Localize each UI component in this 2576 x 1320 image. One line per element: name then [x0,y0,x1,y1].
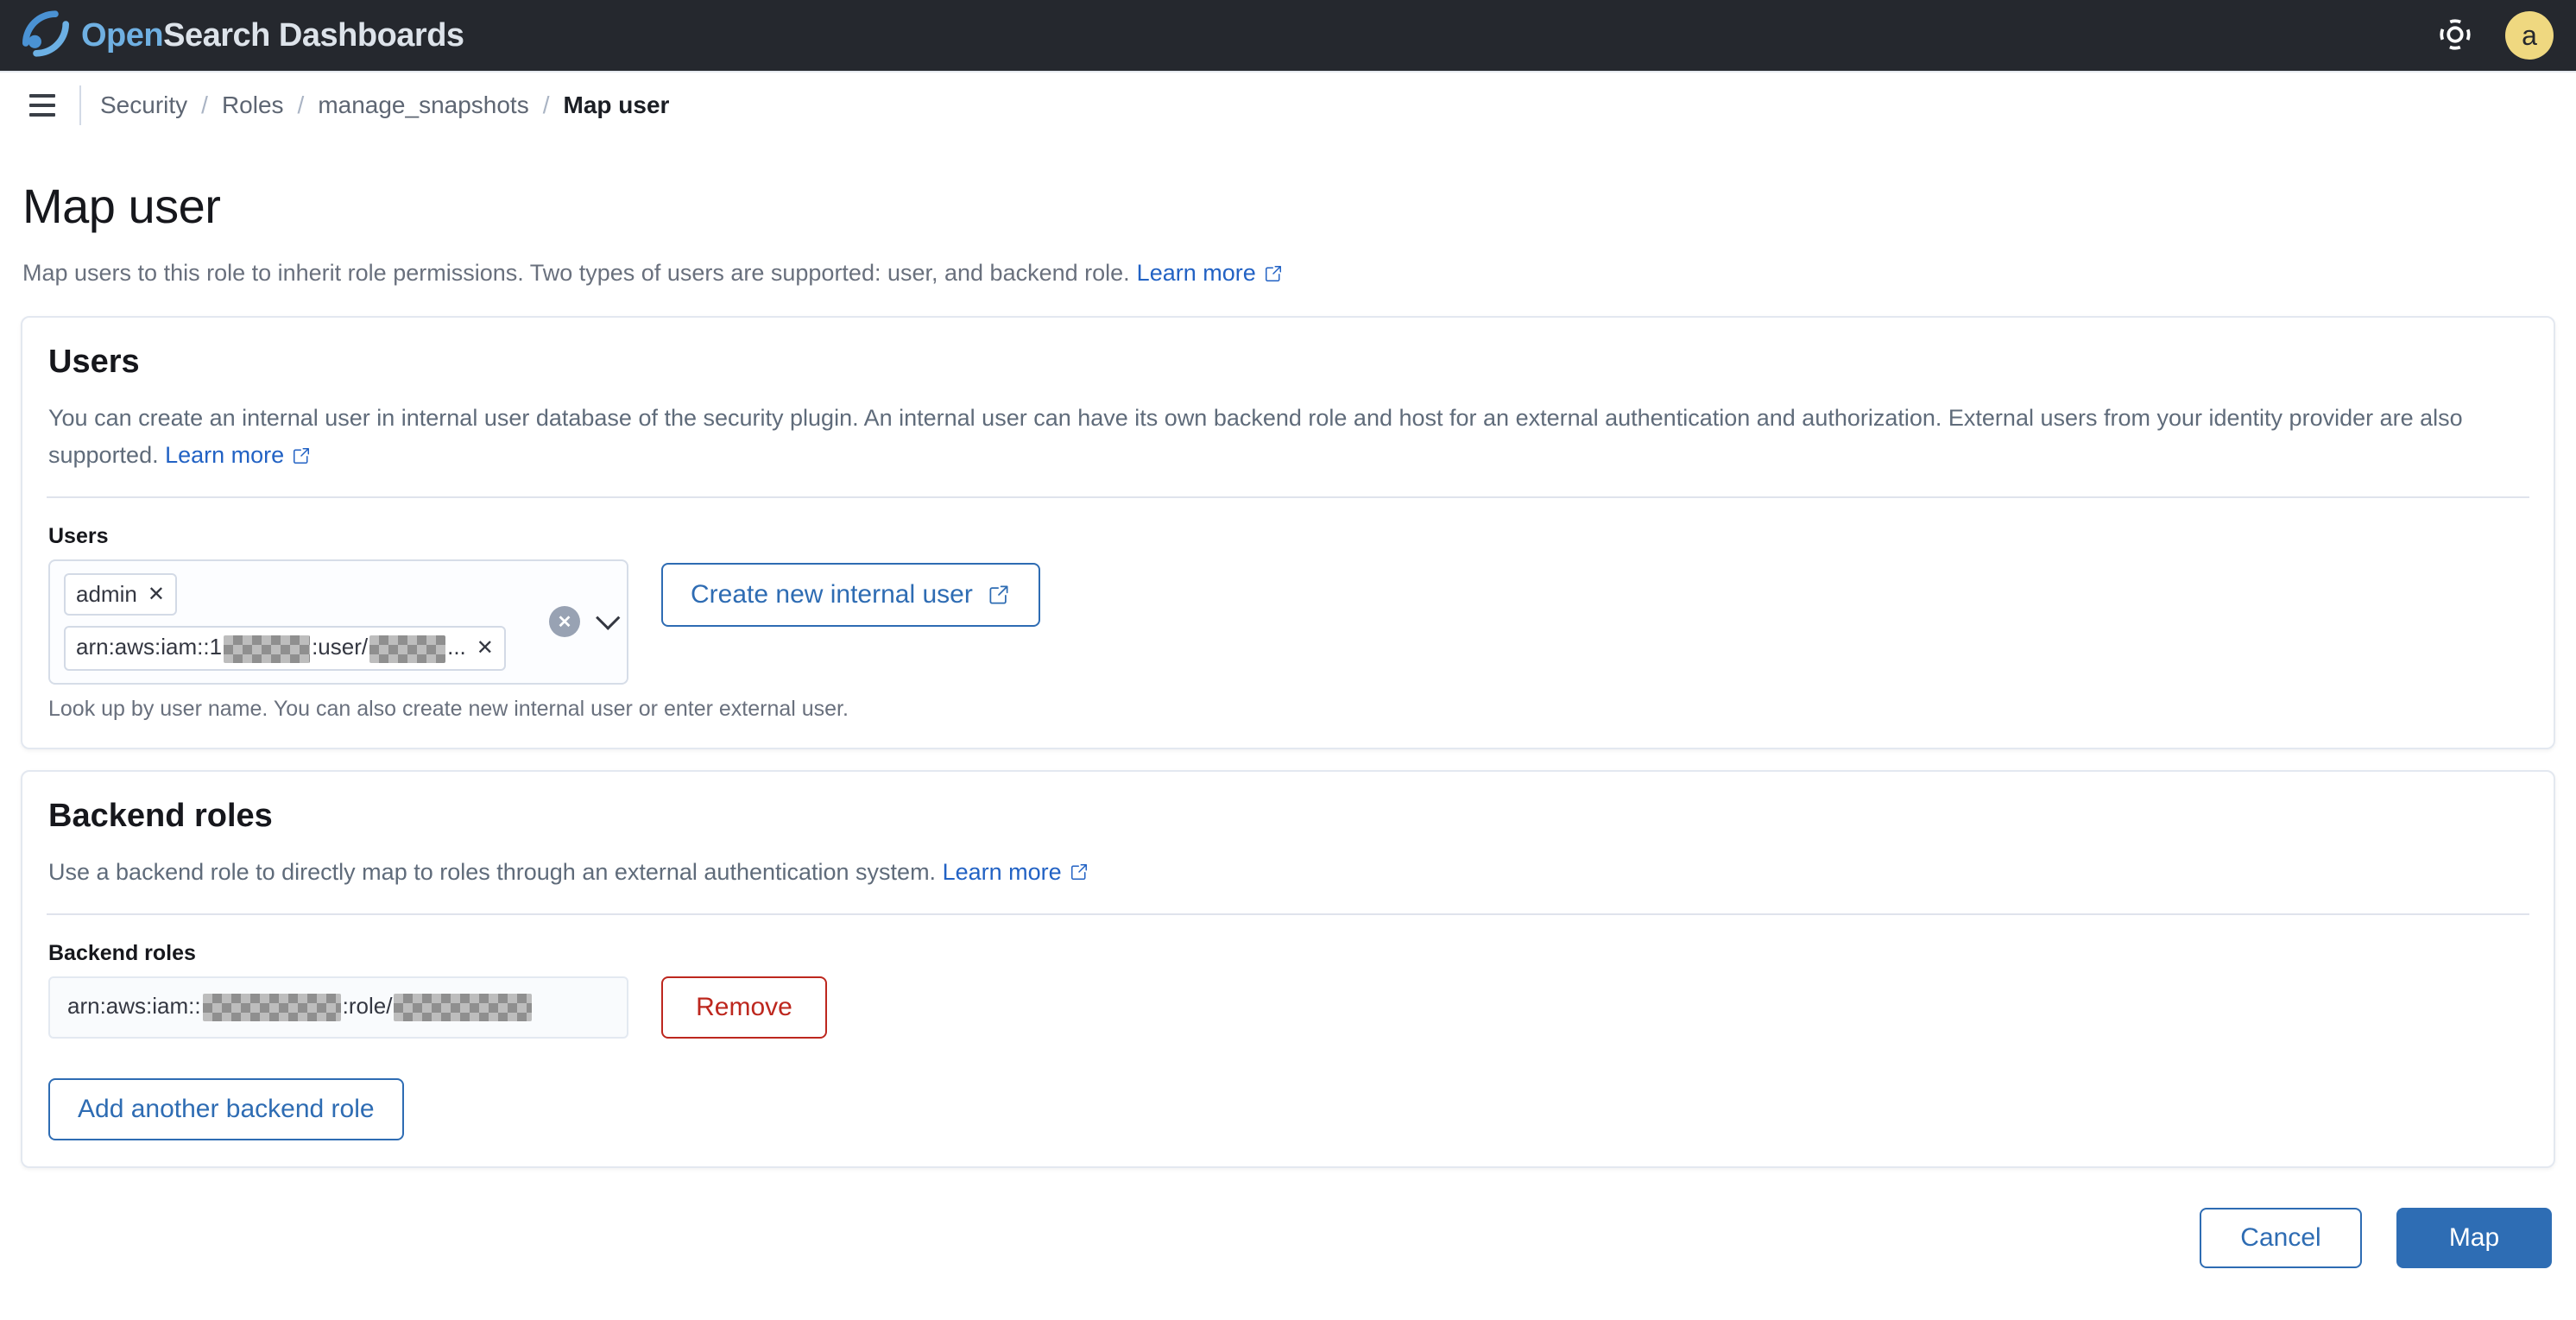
user-pill-arn: arn:aws:iam::1:user/... ✕ [64,626,506,671]
page-subtitle: Map users to this role to inherit role p… [22,260,2554,287]
opensearch-logo[interactable]: OpenSearch Dashboards [22,9,464,61]
learn-more-label: Learn more [1136,260,1256,286]
backend-roles-description-text: Use a backend role to directly map to ro… [48,858,937,885]
breadcrumb-bar: Security / Roles / manage_snapshots / Ma… [0,73,2576,138]
backend-roles-panel-title: Backend roles [48,797,273,834]
backend-role-value: arn:aws:iam:::role/ [67,993,534,1022]
breadcrumb-roles[interactable]: Roles [222,92,284,119]
backend-roles-field-label: Backend roles [48,940,196,965]
user-avatar[interactable]: a [2505,11,2554,60]
panel-divider [47,496,2529,499]
breadcrumb-current-map-user: Map user [563,92,670,118]
footer-actions: Cancel Map [0,1189,2576,1320]
users-panel-description: You can create an internal user in inter… [48,400,2528,474]
combo-clear-all-icon[interactable]: ✕ [549,606,580,638]
breadcrumb-separator: / [297,92,305,118]
chevron-down-icon[interactable] [596,606,621,631]
remove-backend-role-button[interactable]: Remove [661,976,827,1039]
breadcrumb-separator: / [542,92,550,118]
page-subtitle-text: Map users to this role to inherit role p… [22,260,1130,286]
help-menu-button[interactable] [2434,15,2476,56]
nav-divider [79,85,81,125]
user-pill-arn-label: arn:aws:iam::1:user/... [76,634,466,663]
user-pill-admin: admin ✕ [64,573,177,616]
user-pill-admin-label: admin [76,581,137,608]
life-ring-icon [2438,17,2472,54]
external-link-icon [1069,862,1089,882]
users-field-label: Users [48,524,109,549]
learn-more-label: Learn more [942,858,1062,885]
opensearch-logo-text: OpenSearch Dashboards [81,16,464,54]
menu-hamburger-icon[interactable] [21,84,64,127]
cancel-button[interactable]: Cancel [2200,1207,2362,1268]
remove-user-icon[interactable]: ✕ [148,584,165,605]
create-new-internal-user-label: Create new internal user [691,580,973,609]
backend-roles-description: Use a backend role to directly map to ro… [48,854,2528,891]
backend-learn-more-link[interactable]: Learn more [943,854,1089,891]
users-panel: Users You can create an internal user in… [21,316,2555,749]
opensearch-logo-icon [22,9,69,61]
users-panel-description-text: You can create an internal user in inter… [48,405,2463,469]
breadcrumb-manage-snapshots[interactable]: manage_snapshots [318,92,528,119]
breadcrumb-security[interactable]: Security [100,92,187,119]
add-another-backend-role-button[interactable]: Add another backend role [48,1077,404,1140]
external-link-icon [1263,263,1284,284]
users-panel-title: Users [48,344,140,380]
page-title: Map user [22,179,221,233]
users-help-text: Look up by user name. You can also creat… [48,696,849,721]
external-link-icon [291,445,312,466]
panel-divider [47,913,2529,915]
backend-roles-panel: Backend roles Use a backend role to dire… [21,769,2555,1168]
learn-more-label: Learn more [165,442,285,469]
breadcrumb: Security / Roles / manage_snapshots / Ma… [100,92,669,119]
app-header: OpenSearch Dashboards a [0,0,2576,73]
create-new-internal-user-button[interactable]: Create new internal user [661,563,1040,628]
page-learn-more-link[interactable]: Learn more [1137,260,1284,287]
users-combo-box[interactable]: admin ✕ arn:aws:iam::1:user/... ✕ ✕ [48,559,628,685]
external-link-icon [987,583,1011,607]
remove-user-icon[interactable]: ✕ [477,637,494,659]
breadcrumb-separator: / [201,92,208,118]
backend-role-input[interactable]: arn:aws:iam:::role/ [48,976,628,1039]
map-button[interactable]: Map [2396,1207,2552,1268]
users-learn-more-link[interactable]: Learn more [165,437,312,474]
